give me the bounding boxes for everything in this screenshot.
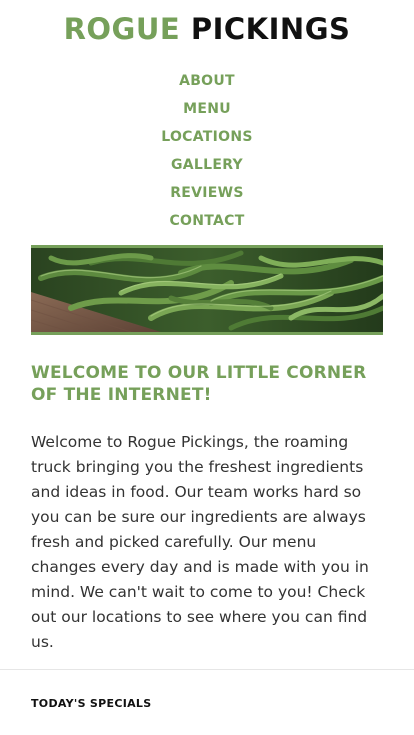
nav-link-about[interactable]: ABOUT bbox=[0, 67, 414, 95]
nav-link-contact[interactable]: CONTACT bbox=[0, 207, 414, 235]
todays-specials-heading: TODAY'S SPECIALS bbox=[31, 697, 152, 710]
main-navigation: ABOUT MENU LOCATIONS GALLERY REVIEWS CON… bbox=[0, 67, 414, 235]
section-divider bbox=[0, 669, 414, 670]
welcome-heading: WELCOME TO OUR LITTLE CORNER OF THE INTE… bbox=[31, 363, 367, 405]
nav-link-reviews[interactable]: REVIEWS bbox=[0, 179, 414, 207]
nav-link-locations[interactable]: LOCATIONS bbox=[0, 123, 414, 151]
site-header: ROGUE PICKINGS bbox=[0, 0, 414, 60]
logo-text-pickings: PICKINGS bbox=[190, 12, 351, 46]
green-beans-image bbox=[31, 248, 383, 332]
hero-image-green-beans bbox=[31, 245, 383, 335]
logo-text-rogue: ROGUE bbox=[63, 12, 181, 46]
welcome-paragraph: Welcome to Rogue Pickings, the roaming t… bbox=[31, 433, 369, 651]
nav-link-menu[interactable]: MENU bbox=[0, 95, 414, 123]
nav-link-gallery[interactable]: GALLERY bbox=[0, 151, 414, 179]
site-logo[interactable]: ROGUE PICKINGS bbox=[0, 9, 414, 49]
